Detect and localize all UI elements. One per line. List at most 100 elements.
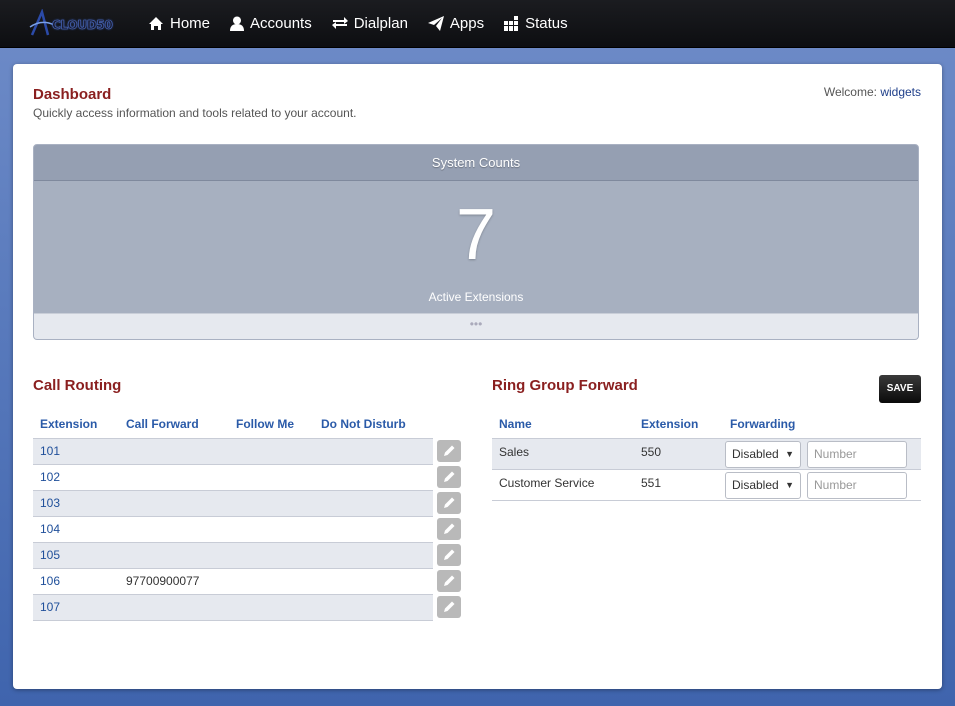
extension-cell[interactable]: 106 — [33, 567, 119, 594]
welcome-text: Welcome: widgets — [824, 85, 921, 99]
exchange-arrows-icon — [331, 17, 348, 29]
edit-button[interactable] — [437, 466, 461, 488]
forwarding-select[interactable]: Disabled ▼ — [725, 440, 801, 468]
follow-me-cell — [229, 489, 314, 516]
forwarding-select[interactable]: Disabled ▼ — [725, 471, 801, 499]
main-nav: Home Accounts Dialplan Apps Status — [148, 0, 588, 48]
edit-button[interactable] — [437, 596, 461, 618]
nav-dialplan-label: Dialplan — [353, 14, 408, 32]
call-forward-cell — [119, 463, 229, 490]
dnd-cell — [314, 437, 433, 464]
save-button[interactable]: SAVE — [879, 375, 921, 403]
call-forward-cell — [119, 489, 229, 516]
nav-status-label: Status — [525, 14, 568, 32]
active-extensions-count: 7 — [455, 195, 497, 275]
dnd-cell — [314, 567, 433, 594]
system-counts-title: System Counts — [34, 145, 918, 181]
welcome-label: Welcome: — [823, 85, 877, 99]
call-forward-cell — [119, 593, 229, 621]
page-title: Dashboard — [33, 86, 112, 103]
paper-plane-icon — [427, 15, 444, 31]
dnd-cell — [314, 541, 433, 568]
table-row: 103 — [33, 489, 461, 516]
pencil-icon — [444, 575, 455, 586]
caret-down-icon: ▼ — [785, 479, 794, 490]
pencil-icon — [444, 601, 455, 612]
follow-me-cell — [229, 567, 314, 594]
grid-icon — [504, 15, 519, 31]
call-routing-title: Call Routing — [33, 377, 122, 394]
col-do-not-disturb[interactable]: Do Not Disturb — [314, 410, 433, 438]
pencil-icon — [444, 523, 455, 534]
call-forward-cell — [119, 541, 229, 568]
nav-accounts-label: Accounts — [250, 14, 312, 32]
cloud50-logo[interactable]: CLOUD50 — [28, 9, 120, 39]
dnd-cell — [314, 489, 433, 516]
col-extension[interactable]: Extension — [33, 410, 119, 438]
extension-cell[interactable]: 107 — [33, 593, 119, 621]
col-call-forward[interactable]: Call Forward — [119, 410, 229, 438]
call-routing-table: Extension Call Forward Follow Me Do Not … — [33, 410, 461, 621]
active-extensions-label: Active Extensions — [428, 290, 524, 304]
table-row: Sales 550 Disabled ▼ — [492, 437, 921, 469]
nav-apps-label: Apps — [449, 14, 485, 32]
nav-home[interactable]: Home — [148, 0, 210, 46]
table-row: 101 — [33, 437, 461, 464]
col-forwarding[interactable]: Forwarding — [723, 410, 921, 438]
col-name[interactable]: Name — [492, 410, 634, 438]
ring-group-name: Sales — [492, 437, 634, 469]
extension-cell[interactable]: 105 — [33, 541, 119, 568]
edit-button[interactable] — [437, 440, 461, 462]
system-counts-body: 7 Active Extensions — [34, 181, 918, 313]
system-counts-more-handle[interactable]: ••• — [34, 313, 918, 339]
col-follow-me[interactable]: Follow Me — [229, 410, 314, 438]
nav-dialplan[interactable]: Dialplan — [331, 0, 408, 46]
dnd-cell — [314, 593, 433, 621]
forwarding-cell: Disabled ▼ — [723, 468, 921, 501]
edit-button[interactable] — [437, 492, 461, 514]
ring-group-name: Customer Service — [492, 468, 634, 501]
user-icon — [230, 16, 245, 31]
follow-me-cell — [229, 463, 314, 490]
call-forward-cell: 97700900077 — [119, 567, 229, 594]
extension-cell[interactable]: 103 — [33, 489, 119, 516]
nav-status[interactable]: Status — [504, 0, 568, 46]
forward-number-input[interactable] — [807, 471, 907, 499]
dnd-cell — [314, 515, 433, 542]
table-row: 106 97700900077 — [33, 567, 461, 594]
nav-apps[interactable]: Apps — [427, 0, 485, 46]
extension-cell[interactable]: 104 — [33, 515, 119, 542]
extension-cell[interactable]: 101 — [33, 437, 119, 464]
nav-accounts[interactable]: Accounts — [230, 0, 312, 46]
forward-number-input[interactable] — [807, 440, 907, 468]
follow-me-cell — [229, 593, 314, 621]
extension-cell[interactable]: 102 — [33, 463, 119, 490]
follow-me-cell — [229, 437, 314, 464]
pencil-icon — [444, 471, 455, 482]
nav-home-label: Home — [170, 14, 211, 32]
table-row: 105 — [33, 541, 461, 568]
forwarding-select-value: Disabled — [732, 477, 779, 492]
top-navbar: CLOUD50 Home Accounts Dialplan Apps Stat… — [0, 0, 955, 48]
dashboard-card: Dashboard Quickly access information and… — [13, 64, 942, 689]
ring-group-extension: 551 — [634, 468, 723, 501]
caret-down-icon: ▼ — [785, 448, 794, 459]
col-extension[interactable]: Extension — [634, 410, 723, 438]
system-counts-panel: System Counts 7 Active Extensions ••• — [33, 144, 919, 340]
call-forward-cell — [119, 515, 229, 542]
ring-group-title: Ring Group Forward — [492, 377, 638, 394]
table-row: 102 — [33, 463, 461, 490]
edit-button[interactable] — [437, 518, 461, 540]
edit-button[interactable] — [437, 570, 461, 592]
edit-button[interactable] — [437, 544, 461, 566]
ring-group-table: Name Extension Forwarding Sales 550 Disa… — [492, 410, 921, 501]
pencil-icon — [444, 445, 455, 456]
logo-text: CLOUD50 — [52, 18, 113, 33]
table-row: 104 — [33, 515, 461, 542]
welcome-user-link[interactable]: widgets — [880, 85, 921, 99]
dnd-cell — [314, 463, 433, 490]
ring-group-extension: 550 — [634, 437, 723, 469]
call-forward-cell — [119, 437, 229, 464]
pencil-icon — [444, 497, 455, 508]
table-row: Customer Service 551 Disabled ▼ — [492, 468, 921, 501]
